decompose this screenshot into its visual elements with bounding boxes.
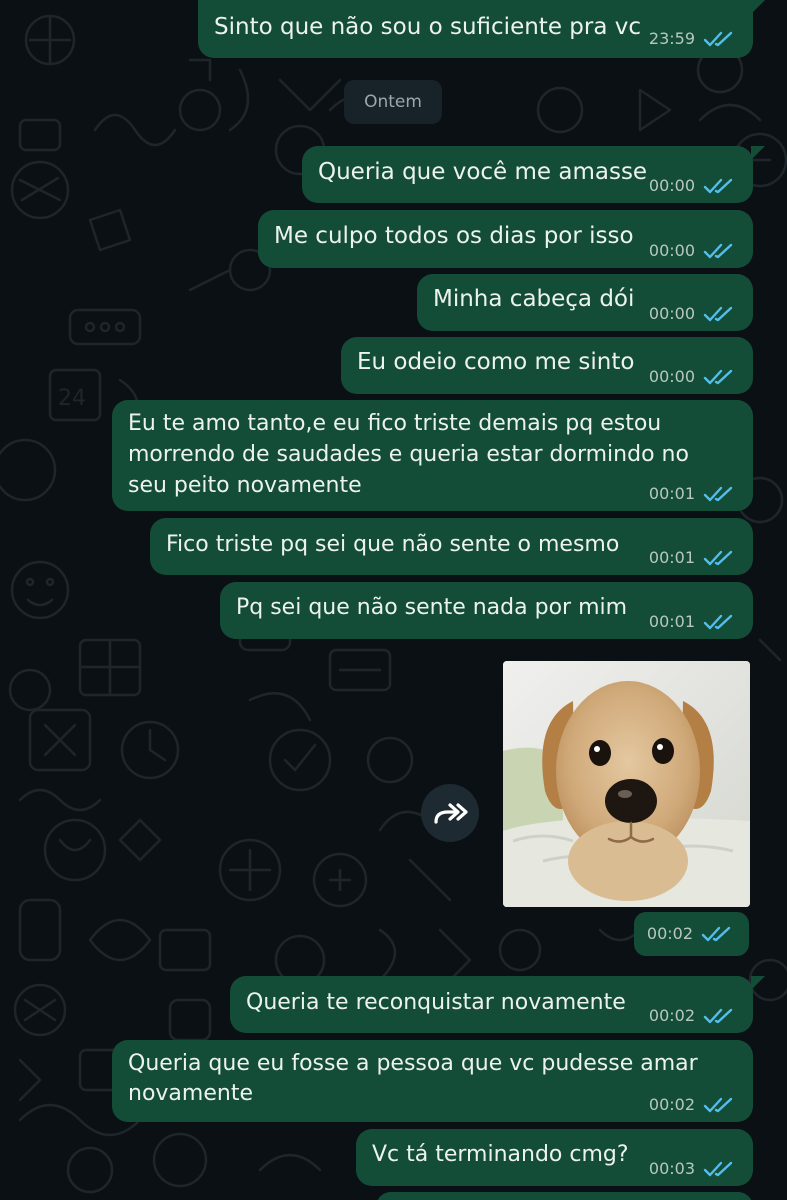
message-time: 00:01 [648,612,695,631]
message-bubble-outgoing[interactable]: Queria que você me amasse 00:00 [302,146,765,203]
svg-text:24: 24 [58,386,86,411]
message-time: 00:00 [648,241,695,260]
message-text: Fico triste pq sei que não sente o mesmo [166,532,620,557]
message-bubble-outgoing[interactable]: Pq sei que não sente nada por mim 00:01 [220,582,753,639]
double-check-icon [703,178,733,194]
message-text: Vc tá terminando cmg? [372,1142,629,1167]
message-text: Sinto que não sou o suficiente pra vc [214,14,641,40]
message-text: Queria te reconquistar novamente [246,990,626,1015]
message-bubble-outgoing[interactable]: Queria te reconquistar novamente 00:02 [230,976,765,1033]
message-text: Queria que você me amasse [318,159,648,185]
message-time: 00:01 [648,484,695,503]
message-bubble-outgoing[interactable]: Eu te amo tanto,e eu fico triste demais … [112,400,753,511]
message-text: Eu te amo tanto,e eu fico triste demais … [128,411,689,498]
double-check-icon [703,486,733,502]
message-time: 00:01 [648,548,695,567]
message-meta: 00:01 [649,613,737,631]
date-divider: Ontem [344,80,442,124]
message-time: 23:59 [648,29,695,48]
message-time: 00:02 [646,924,693,943]
message-bubble-outgoing[interactable]: Vc tá terminando cmg? 00:03 [356,1129,753,1186]
message-time: 00:00 [648,367,695,386]
message-time: 00:00 [648,176,695,195]
message-text: Minha cabeça dói [433,286,635,312]
image-message[interactable] [503,661,750,907]
message-time: 00:02 [648,1095,695,1114]
message-meta: 00:02 [649,1007,737,1025]
message-meta: 00:00 [649,242,737,260]
message-bubble-outgoing[interactable]: Me culpo todos os dias por isso 00:00 [258,210,753,268]
message-bubble-outgoing[interactable]: Queria que eu fosse a pessoa que vc pude… [112,1040,753,1122]
double-check-icon [703,1097,733,1113]
message-meta: 00:00 [649,177,737,195]
message-text: Queria que eu fosse a pessoa que vc pude… [128,1051,698,1106]
message-bubble-outgoing[interactable]: Minha cabeça dói 00:00 [417,274,753,331]
message-bubble-outgoing[interactable]: Fico triste pq sei que não sente o mesmo… [150,518,753,575]
double-check-icon [703,243,733,259]
message-bubble-outgoing[interactable]: Sinto que não sou o suficiente pra vc 23… [198,0,765,58]
chat-view: 24 Sinto que não sou o suficiente pra vc… [0,0,787,1200]
forward-button[interactable] [421,784,479,842]
double-check-icon [703,31,733,47]
message-bubble-outgoing-partial[interactable] [376,1192,753,1200]
double-check-icon [701,926,731,942]
double-check-icon [703,306,733,322]
double-check-icon [703,1161,733,1177]
message-text: Me culpo todos os dias por isso [274,223,634,249]
message-bubble-outgoing[interactable]: Eu odeio como me sinto 00:00 [341,337,753,394]
message-meta: 00:00 [649,305,737,323]
message-text: Pq sei que não sente nada por mim [236,595,628,620]
message-meta: 00:01 [649,485,737,503]
message-meta: 23:59 [649,30,737,48]
message-time: 00:03 [648,1159,695,1178]
double-check-icon [703,550,733,566]
message-time: 00:00 [648,304,695,323]
double-check-icon [703,369,733,385]
message-meta: 00:02 [647,925,735,943]
image-message-meta: 00:02 [634,912,749,956]
double-check-icon [703,1008,733,1024]
puppy-photo [503,661,750,907]
forward-icon [434,803,468,824]
message-text: Eu odeio como me sinto [357,349,635,375]
message-time: 00:02 [648,1006,695,1025]
double-check-icon [703,614,733,630]
message-meta: 00:03 [649,1160,737,1178]
message-meta: 00:01 [649,549,737,567]
message-meta: 00:02 [649,1096,737,1114]
message-meta: 00:00 [649,368,737,386]
